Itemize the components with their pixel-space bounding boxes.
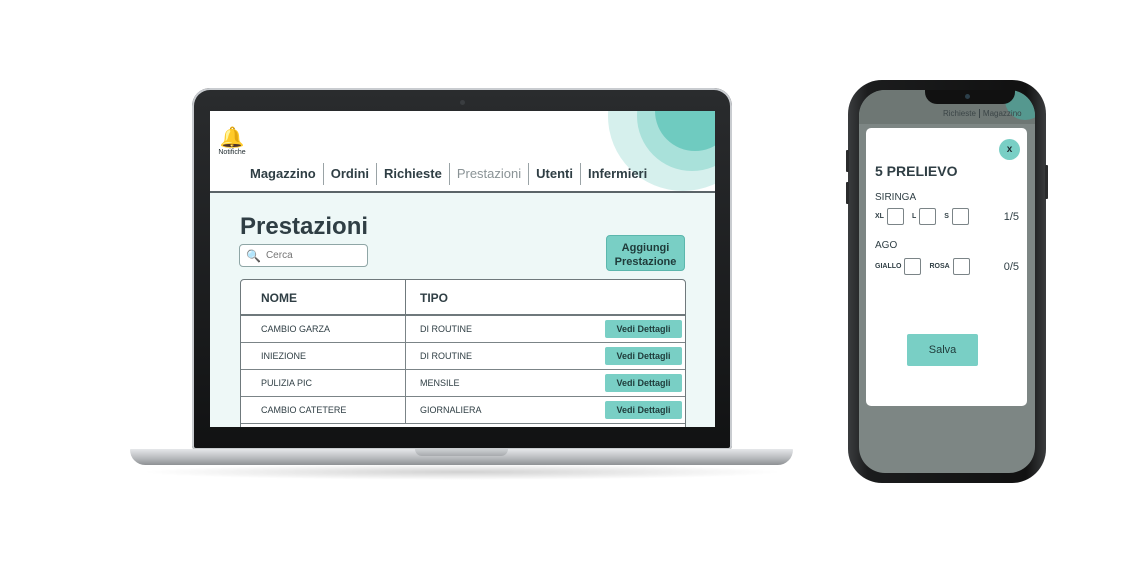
laptop-notch [415, 449, 508, 456]
phone-nav: Richieste Magazzino [940, 109, 1025, 118]
section-label-ago: AGO [875, 240, 898, 251]
save-button[interactable]: Salva [907, 334, 978, 366]
option-label: ROSA [929, 263, 950, 270]
close-button[interactable]: x [999, 139, 1020, 160]
page-title: Prestazioni [240, 213, 369, 240]
cell-nome: INIEZIONE [241, 343, 406, 369]
phone-side-button [1045, 165, 1048, 199]
table-row: INIEZIONE DI ROUTINE Vedi Dettagli [241, 343, 685, 370]
table-row: CAMBIO CATETERE GIORNALIERA Vedi Dettagl… [241, 397, 685, 424]
color-giallo-checkbox[interactable] [904, 258, 922, 275]
notifications-label: Notifiche [218, 149, 246, 156]
search-input[interactable] [265, 250, 366, 261]
size-xl-checkbox[interactable] [886, 208, 904, 225]
option-label: L [911, 213, 917, 220]
phone-nav-item-richieste[interactable]: Richieste [940, 109, 979, 118]
cell-tipo: DI ROUTINE [420, 323, 473, 334]
laptop-screen: 🔔 Notifiche Magazzino Ordini Richieste P… [210, 111, 715, 427]
nav-item-utenti[interactable]: Utenti [529, 163, 581, 185]
bell-icon: 🔔 [219, 127, 245, 149]
view-details-button[interactable]: Vedi Dettagli [605, 401, 682, 419]
laptop-shadow [140, 464, 785, 480]
mockup-stage: 🔔 Notifiche Magazzino Ordini Richieste P… [0, 0, 1138, 568]
table-header: NOME TIPO [241, 280, 685, 316]
section-label-siringa: SIRINGA [875, 192, 917, 203]
nav-item-prestazioni[interactable]: Prestazioni [450, 163, 530, 185]
cell-tipo: MENSILE [420, 377, 460, 388]
siringa-options: XL L S 1/5 [875, 208, 1019, 225]
phone-nav-item-magazzino[interactable]: Magazzino [978, 109, 1025, 118]
phone-camera [965, 94, 970, 99]
laptop-camera [460, 100, 465, 105]
option-label: GIALLO [875, 263, 902, 270]
size-l-checkbox[interactable] [919, 208, 937, 225]
color-rosa-checkbox[interactable] [952, 258, 970, 275]
option-label: XL [875, 213, 884, 220]
app-header: 🔔 Notifiche Magazzino Ordini Richieste P… [210, 111, 715, 193]
option-label: S [944, 213, 949, 220]
notifications-button[interactable]: 🔔 Notifiche [215, 127, 249, 156]
phone-side-button [846, 182, 849, 204]
phone-side-button [846, 150, 849, 172]
nav-item-infermieri[interactable]: Infermieri [581, 163, 654, 185]
column-header-tipo: TIPO [420, 291, 449, 305]
cell-tipo: GIORNALIERA [420, 404, 482, 415]
prelievo-modal: x 5 PRELIEVO SIRINGA XL L S 1/5 AGO GIAL… [866, 128, 1027, 406]
view-details-button[interactable]: Vedi Dettagli [605, 320, 682, 338]
size-s-checkbox[interactable] [951, 208, 969, 225]
search-icon: 🔍 [246, 248, 261, 263]
phone-notch [925, 90, 1015, 104]
add-prestazione-button[interactable]: Aggiungi Prestazione [606, 235, 685, 271]
table-row: PULIZIA PIC MENSILE Vedi Dettagli [241, 370, 685, 397]
modal-title: 5 PRELIEVO [875, 163, 958, 179]
nav-item-richieste[interactable]: Richieste [377, 163, 450, 185]
view-details-button[interactable]: Vedi Dettagli [605, 347, 682, 365]
nav-item-magazzino[interactable]: Magazzino [243, 163, 324, 185]
table-row: CAMBIO GARZA DI ROUTINE Vedi Dettagli [241, 316, 685, 343]
column-header-nome: NOME [241, 280, 406, 314]
ago-counter: 0/5 [1003, 260, 1019, 273]
cell-tipo: DI ROUTINE [420, 350, 473, 361]
cell-nome: CAMBIO GARZA [241, 316, 406, 342]
search-box[interactable]: 🔍 [239, 244, 368, 267]
nav-item-ordini[interactable]: Ordini [324, 163, 378, 185]
siringa-counter: 1/5 [1003, 210, 1019, 223]
ago-options: GIALLO ROSA 0/5 [875, 258, 1019, 275]
main-nav: Magazzino Ordini Richieste Prestazioni U… [243, 163, 654, 185]
prestazioni-table: NOME TIPO CAMBIO GARZA DI ROUTINE Vedi D… [240, 279, 686, 427]
view-details-button[interactable]: Vedi Dettagli [605, 374, 682, 392]
cell-nome: CAMBIO CATETERE [241, 397, 406, 423]
cell-nome: PULIZIA PIC [241, 370, 406, 396]
